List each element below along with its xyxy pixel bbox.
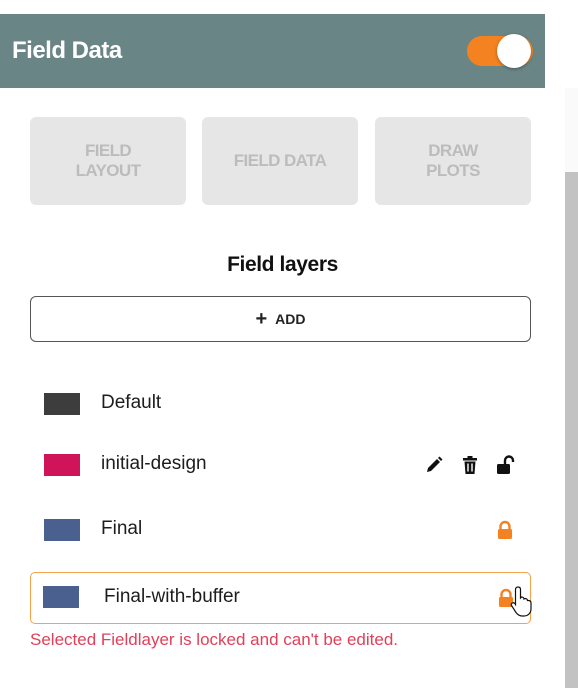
field-layers-heading: Field layers bbox=[227, 253, 338, 276]
panel-title: Field Data bbox=[12, 37, 122, 64]
pencil-icon[interactable] bbox=[424, 455, 444, 475]
layer-color-swatch bbox=[44, 454, 80, 476]
trash-icon[interactable] bbox=[460, 455, 480, 475]
top-strip bbox=[0, 0, 578, 14]
field-data-toggle[interactable] bbox=[467, 34, 533, 68]
layer-item-default[interactable]: Default bbox=[30, 382, 531, 426]
layer-item-final-with-buffer[interactable]: Final-with-buffer bbox=[30, 572, 531, 624]
field-data-button[interactable]: FIELD DATA bbox=[202, 117, 358, 205]
unlocked-icon[interactable] bbox=[495, 455, 515, 475]
draw-plots-button[interactable]: DRAW PLOTS bbox=[375, 117, 531, 205]
layer-name: Final-with-buffer bbox=[104, 586, 240, 607]
plus-icon: + bbox=[255, 308, 268, 330]
scrollbar-thumb[interactable] bbox=[565, 172, 578, 688]
layer-name: initial-design bbox=[101, 453, 207, 474]
panel-header: Field Data bbox=[0, 14, 545, 88]
layer-color-swatch bbox=[43, 586, 79, 608]
lock-icon[interactable] bbox=[495, 520, 515, 540]
layer-item-initial-design[interactable]: initial-design bbox=[30, 443, 531, 487]
layer-color-swatch bbox=[44, 393, 80, 415]
mouse-pointer-icon bbox=[510, 586, 532, 617]
layer-item-final[interactable]: Final bbox=[30, 508, 531, 552]
layer-color-swatch bbox=[44, 519, 80, 541]
add-button-label: ADD bbox=[275, 311, 306, 327]
locked-error-message: Selected Fieldlayer is locked and can't … bbox=[30, 630, 399, 649]
field-layout-button[interactable]: FIELD LAYOUT bbox=[30, 117, 186, 205]
add-layer-button[interactable]: + ADD bbox=[30, 296, 531, 342]
layer-name: Final bbox=[101, 518, 143, 539]
layer-name: Default bbox=[101, 392, 162, 413]
toggle-knob[interactable] bbox=[497, 34, 531, 68]
